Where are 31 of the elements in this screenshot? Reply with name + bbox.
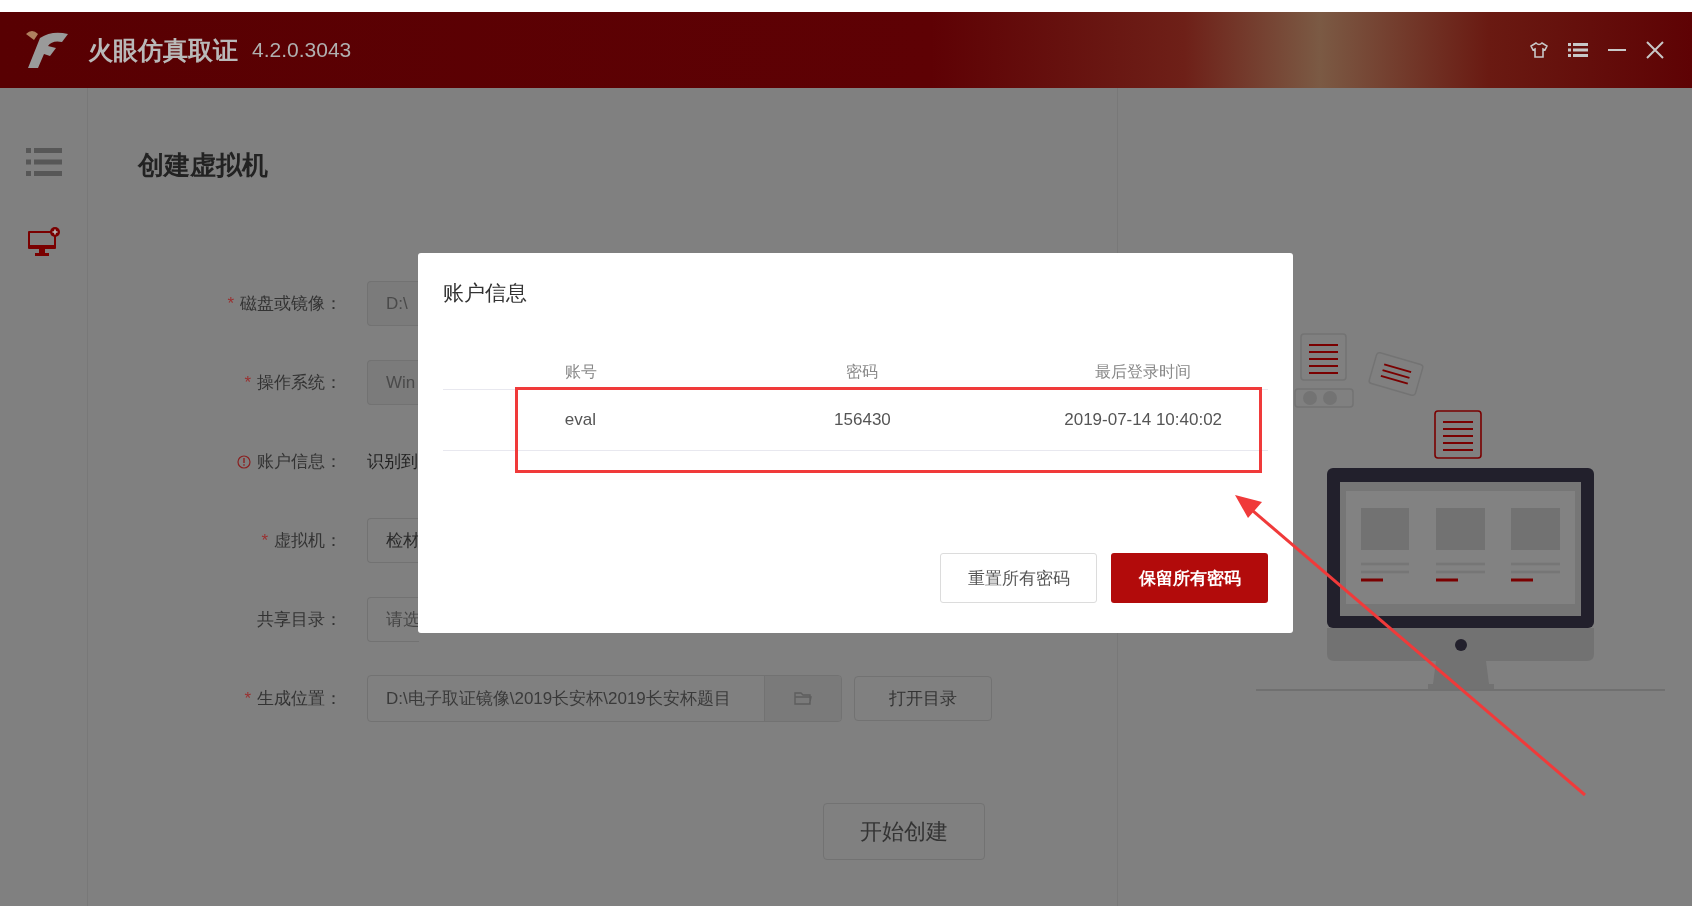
required-mark: * — [261, 530, 268, 551]
page-title: 创建虚拟机 — [138, 149, 269, 182]
column-header: 账号 — [564, 361, 598, 382]
start-create-button[interactable]: 开始创建 — [823, 803, 985, 860]
required-mark: * — [244, 688, 251, 709]
app-name: 火眼仿真取证 — [88, 34, 238, 66]
app-version: 4.2.0.3043 — [252, 38, 352, 62]
close-icon[interactable] — [1646, 41, 1664, 59]
table-cell-text: 156430 — [833, 410, 892, 430]
field-label: 共享目录： — [257, 609, 342, 631]
field-label: 虚拟机： — [274, 530, 342, 552]
shirt-icon[interactable] — [1530, 42, 1548, 58]
info-icon — [237, 454, 251, 469]
required-mark: * — [227, 293, 234, 314]
column-header: 密码 — [845, 361, 880, 382]
field-label: 生成位置： — [257, 688, 342, 710]
menu-icon[interactable] — [1568, 42, 1588, 58]
minimize-icon[interactable] — [1608, 48, 1626, 52]
table-cell-text: eval — [564, 410, 598, 430]
account-info-text: 识别到 — [367, 451, 418, 473]
keep-passwords-button[interactable]: 保留所有密码 — [1111, 553, 1268, 603]
table-cell-text: 2019-07-14 10:40:02 — [1063, 410, 1224, 430]
field-label: 磁盘或镜像： — [240, 293, 342, 315]
required-mark: * — [244, 372, 251, 393]
open-directory-button[interactable]: 打开目录 — [854, 676, 992, 721]
dialog-title: 账户信息 — [443, 280, 528, 306]
field-label: 操作系统： — [257, 372, 342, 394]
field-label: 账户信息： — [257, 451, 342, 473]
column-header: 最后登录时间 — [1094, 361, 1193, 382]
reset-passwords-button[interactable]: 重置所有密码 — [940, 553, 1097, 603]
input-field[interactable]: 检材 — [367, 518, 419, 563]
